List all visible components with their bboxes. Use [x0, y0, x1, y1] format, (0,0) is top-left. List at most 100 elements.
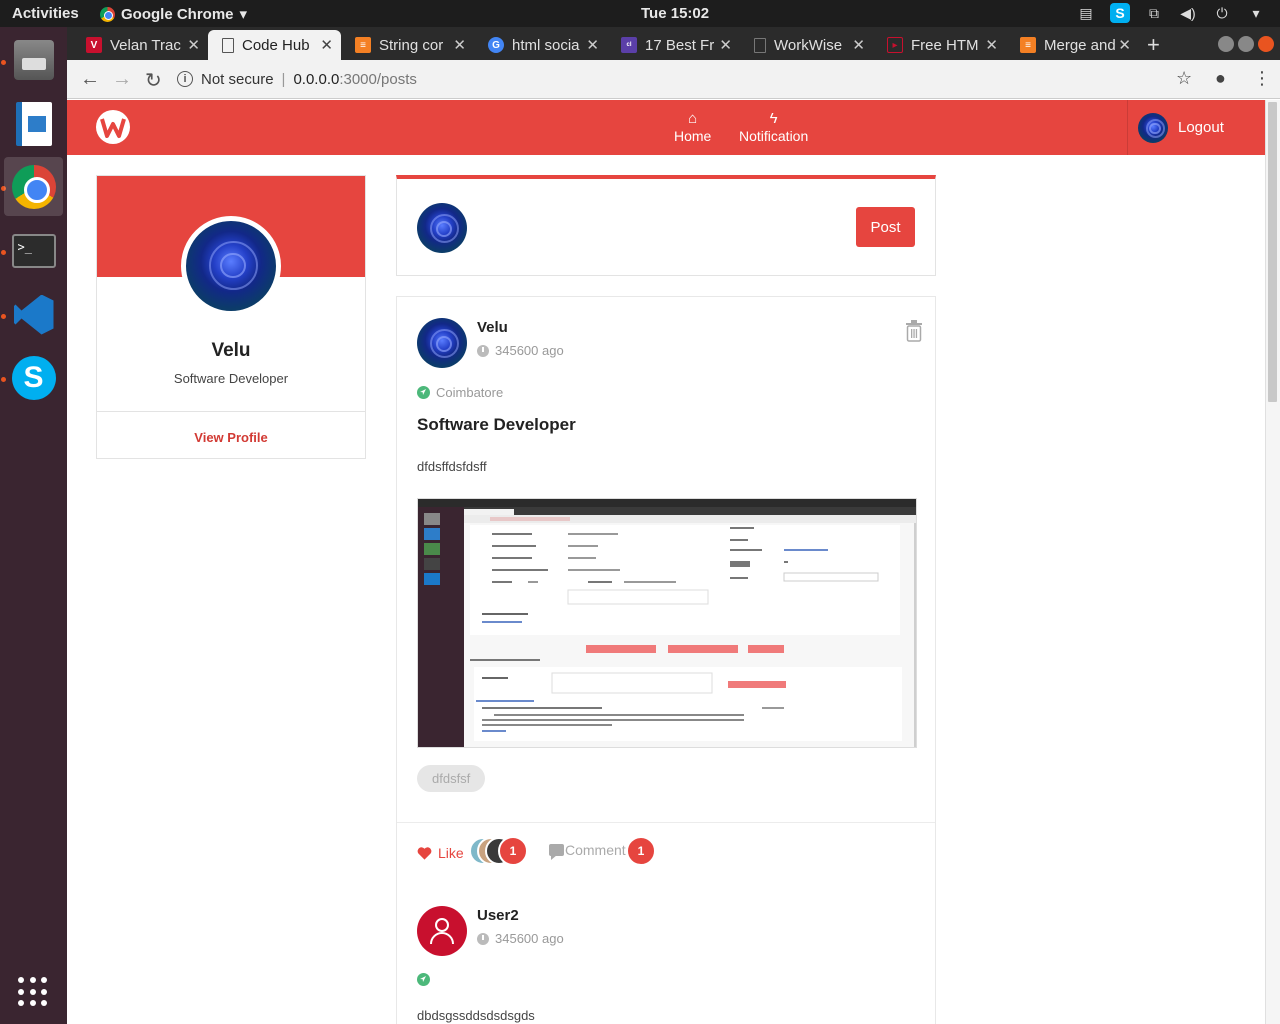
close-tab-icon[interactable]: ✕ [985, 36, 998, 54]
tab-17-best[interactable]: cl 17 Best Fr ✕ [607, 30, 740, 60]
show-applications-icon[interactable] [18, 977, 48, 1007]
nav-home-label: Home [674, 128, 712, 144]
dock-skype[interactable]: S [4, 348, 63, 407]
vscode-icon [13, 294, 54, 335]
reload-icon[interactable]: ↻ [145, 68, 162, 93]
chrome-menu-icon[interactable]: ⋮ [1253, 68, 1271, 89]
maximize-window-icon[interactable] [1238, 36, 1254, 52]
tab-html-social[interactable]: G html socia ✕ [474, 30, 607, 60]
clipboard-icon[interactable]: ▤ [1076, 3, 1096, 23]
account-icon[interactable]: ● [1215, 68, 1226, 89]
comment-author-name[interactable]: User2 [477, 907, 519, 924]
new-tab-button[interactable]: + [1147, 32, 1160, 58]
dock-vscode[interactable] [4, 285, 63, 344]
browser-toolbar: ← → ↻ i Not secure | 0.0.0.0 :3000/posts… [67, 60, 1280, 99]
view-profile-link[interactable]: View Profile [97, 430, 365, 445]
dock-writer[interactable] [4, 94, 63, 153]
activities-button[interactable]: Activities [12, 5, 79, 22]
tab-label: WorkWise [774, 36, 843, 54]
close-tab-icon[interactable]: ✕ [453, 36, 466, 54]
post-image[interactable] [417, 498, 917, 748]
nav-home[interactable]: ⌂ Home [674, 110, 711, 144]
security-label: Not secure [201, 70, 274, 88]
profile-card: Velu Software Developer View Profile [96, 175, 366, 459]
post-button[interactable]: Post [856, 207, 915, 247]
dock-files[interactable] [4, 30, 63, 89]
clock-icon [477, 932, 489, 945]
post-author-name[interactable]: Velu [477, 319, 508, 336]
post-tag[interactable]: dfdsfsf [417, 765, 486, 792]
scrollbar-thumb[interactable] [1268, 102, 1277, 402]
tab-free-html[interactable]: ▸ Free HTM ✕ [873, 30, 1006, 60]
terminal-icon: >_ [11, 233, 56, 268]
scrollbar-track[interactable] [1265, 100, 1280, 1024]
like-button[interactable]: Like [417, 845, 464, 861]
close-tab-icon[interactable]: ✕ [719, 36, 732, 54]
skype-tray-icon[interactable]: S [1110, 3, 1130, 23]
power-icon[interactable]: ⏻ [1212, 3, 1232, 23]
comment-label: Comment [565, 842, 626, 858]
dock-terminal[interactable]: >_ [4, 221, 63, 280]
page-favicon-icon [222, 37, 234, 53]
trash-icon[interactable] [905, 320, 923, 342]
stackoverflow-favicon-icon: ≡ [355, 37, 371, 53]
nav-user-logout[interactable]: Logout [1127, 100, 1224, 155]
info-icon[interactable]: i [177, 71, 193, 87]
back-arrow-icon[interactable]: ← [80, 68, 100, 91]
post-author-avatar[interactable] [417, 318, 467, 368]
clock-icon [477, 344, 489, 357]
post-composer: Post [396, 175, 936, 276]
tab-workwise[interactable]: WorkWise ✕ [740, 30, 873, 60]
ubuntu-dock: >_ S [0, 27, 67, 1024]
address-bar[interactable]: i Not secure | 0.0.0.0 :3000/posts [177, 65, 1177, 93]
close-tab-icon[interactable]: ✕ [586, 36, 599, 54]
close-tab-icon[interactable]: ✕ [852, 36, 865, 54]
home-icon: ⌂ [688, 110, 698, 127]
like-count-badge: 1 [498, 836, 528, 866]
nav-notification[interactable]: ϟ Notification [739, 110, 808, 144]
skype-icon: S [11, 355, 56, 400]
velan-favicon-icon: V [86, 37, 102, 53]
location-icon [417, 973, 430, 986]
tab-string-com[interactable]: ≡ String cor ✕ [341, 30, 474, 60]
comment-icon [549, 844, 564, 856]
comment-author-avatar[interactable] [417, 906, 467, 956]
system-clock[interactable]: Tue 15:02 [641, 5, 709, 22]
app-menu[interactable]: Google Chrome ▾ [100, 5, 247, 23]
url-path: :3000/posts [339, 70, 417, 88]
forward-arrow-icon[interactable]: → [112, 68, 132, 91]
location-icon [417, 386, 430, 399]
caret-down-icon: ▾ [239, 6, 248, 23]
tab-label: html socia [512, 36, 580, 54]
close-tab-icon[interactable]: ✕ [187, 36, 200, 54]
tab-merge-and[interactable]: ≡ Merge and ✕ [1006, 30, 1139, 60]
dock-chrome[interactable] [4, 157, 63, 216]
chrome-icon [100, 6, 115, 22]
logout-label: Logout [1178, 119, 1224, 136]
volume-icon[interactable]: ◀) [1178, 3, 1198, 23]
workwise-logo[interactable] [95, 109, 131, 145]
tab-label: Merge and [1044, 36, 1116, 54]
post-timestamp: 345600 ago [477, 343, 564, 358]
comment-time-label: 345600 ago [495, 931, 564, 946]
post-body: dfdsffdsfdsff [417, 459, 487, 474]
post-card: Velu 345600 ago Coimbatore Software Deve… [396, 296, 936, 1024]
chrome-icon [11, 164, 56, 209]
bookmark-star-icon[interactable]: ☆ [1176, 68, 1192, 89]
close-tab-icon[interactable]: ✕ [320, 36, 333, 54]
divider [97, 411, 365, 412]
minimize-window-icon[interactable] [1218, 36, 1234, 52]
tab-label: Velan Trac [110, 36, 181, 54]
tab-label: Code Hub [242, 36, 310, 54]
address-separator: | [281, 70, 286, 88]
tab-label: String cor [379, 36, 444, 54]
tab-velan-tracker[interactable]: V Velan Trac ✕ [72, 30, 208, 60]
network-icon[interactable]: ⧉ [1144, 3, 1164, 23]
close-tab-icon[interactable]: ✕ [1118, 36, 1131, 54]
tab-code-hub[interactable]: Code Hub ✕ [208, 30, 341, 60]
nav-notification-label: Notification [739, 128, 809, 144]
stackoverflow-favicon-icon: ≡ [1020, 37, 1036, 53]
power-menu-caret-icon[interactable]: ▾ [1246, 3, 1266, 23]
comment-button[interactable]: Comment [549, 842, 626, 858]
close-window-icon[interactable] [1258, 36, 1274, 52]
